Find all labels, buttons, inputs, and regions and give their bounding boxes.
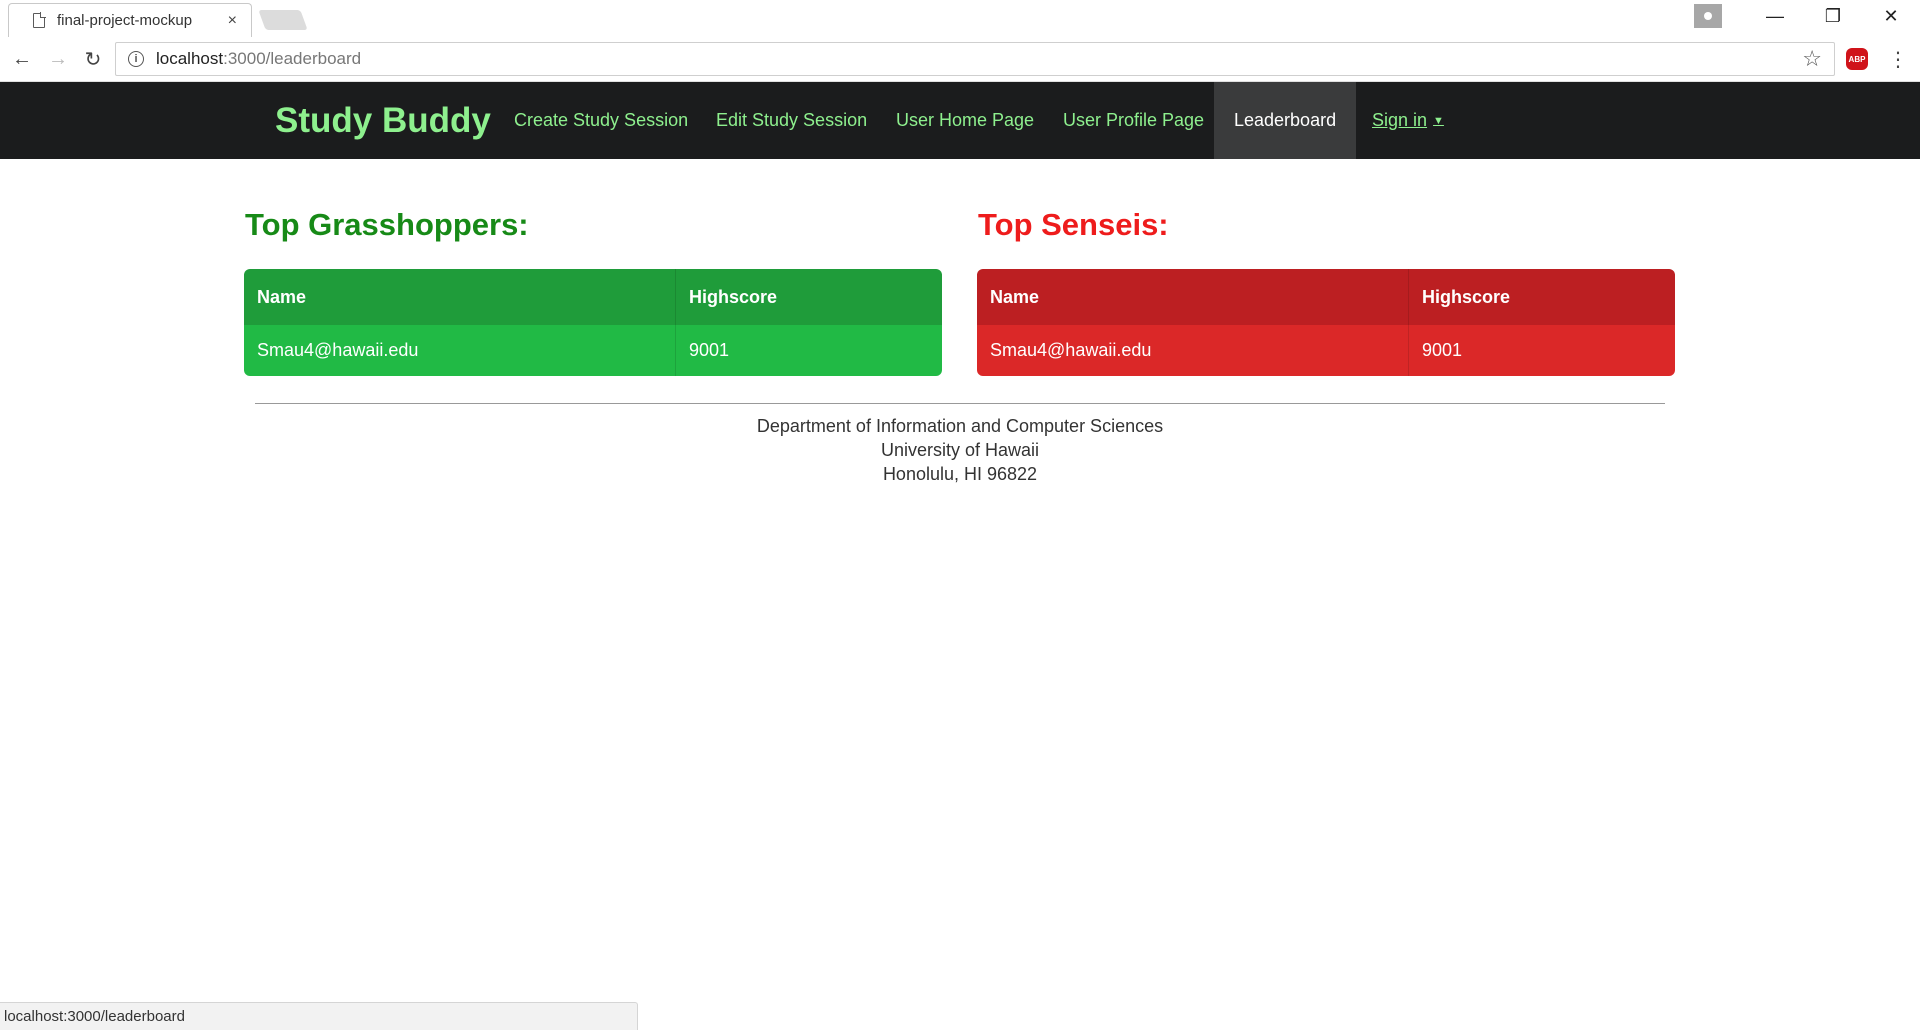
tab-title: final-project-mockup [57,12,193,29]
forward-arrow-icon[interactable]: → [44,45,72,73]
profile-icon[interactable] [1694,4,1722,28]
senseis-table: Name Highscore Smau4@hawaii.edu 9001 [977,269,1675,376]
site-navbar: Study Buddy Create Study Session Edit St… [0,82,1920,159]
nav-user-profile-page[interactable]: User Profile Page [1043,82,1224,159]
reload-icon[interactable]: ↻ [79,45,107,73]
column-header-highscore: Highscore [1422,286,1511,307]
table-row: Smau4@hawaii.edu 9001 [244,325,942,376]
grasshoppers-title: Top Grasshoppers: [245,207,529,242]
sign-in-label: Sign in [1372,110,1428,130]
back-arrow-icon[interactable]: ← [8,45,36,73]
window-close-icon[interactable]: ✕ [1862,0,1920,32]
browser-tab[interactable]: final-project-mockup × [8,3,252,37]
table-header: Name Highscore [244,269,942,325]
footer-department: Department of Information and Computer S… [756,416,1164,436]
nav-create-study-session[interactable]: Create Study Session [494,82,708,159]
info-icon[interactable]: i [128,51,144,67]
browser-toolbar: ← → ↻ i localhost:3000/leaderboard ☆ ABP… [0,37,1920,82]
nav-sign-in-dropdown[interactable]: Sign in ▼ [1352,82,1464,159]
more-menu-icon[interactable]: ⋮ [1888,47,1908,72]
column-header-name: Name [977,269,1409,325]
address-bar[interactable]: i localhost:3000/leaderboard ☆ [115,42,1835,76]
nav-edit-study-session[interactable]: Edit Study Session [696,82,887,159]
document-icon [33,12,46,28]
browser-tabstrip: final-project-mockup × — ❐ ✕ [0,0,1920,37]
url-host: localhost [156,49,224,68]
footer-divider [255,403,1665,404]
nav-user-home-page[interactable]: User Home Page [876,82,1054,159]
senseis-title: Top Senseis: [978,207,1169,242]
bookmark-star-icon[interactable]: ☆ [1802,46,1822,72]
table-row: Smau4@hawaii.edu 9001 [977,325,1675,376]
footer: Department of Information and Computer S… [0,414,1920,486]
column-header-name: Name [244,269,676,325]
new-tab-button[interactable] [258,10,308,30]
row-highscore: 9001 [1422,340,1463,360]
footer-university: University of Hawaii [880,440,1040,460]
nav-leaderboard[interactable]: Leaderboard [1214,82,1357,159]
footer-address: Honolulu, HI 96822 [882,464,1038,484]
url-path: :3000/leaderboard [223,49,362,68]
caret-down-icon: ▼ [1433,114,1444,127]
window-controls: — ❐ ✕ [1694,0,1920,32]
row-name: Smau4@hawaii.edu [977,325,1409,376]
column-header-highscore: Highscore [689,286,778,307]
row-name: Smau4@hawaii.edu [244,325,676,376]
brand-logo[interactable]: Study Buddy [275,82,491,159]
table-header: Name Highscore [977,269,1675,325]
close-icon[interactable]: × [228,12,237,30]
grasshoppers-table: Name Highscore Smau4@hawaii.edu 9001 [244,269,942,376]
status-bar: localhost:3000/leaderboard [0,1002,638,1030]
restore-icon[interactable]: ❐ [1804,0,1862,32]
row-highscore: 9001 [689,340,730,360]
minimize-icon[interactable]: — [1746,0,1804,32]
adblock-icon[interactable]: ABP [1846,48,1868,70]
